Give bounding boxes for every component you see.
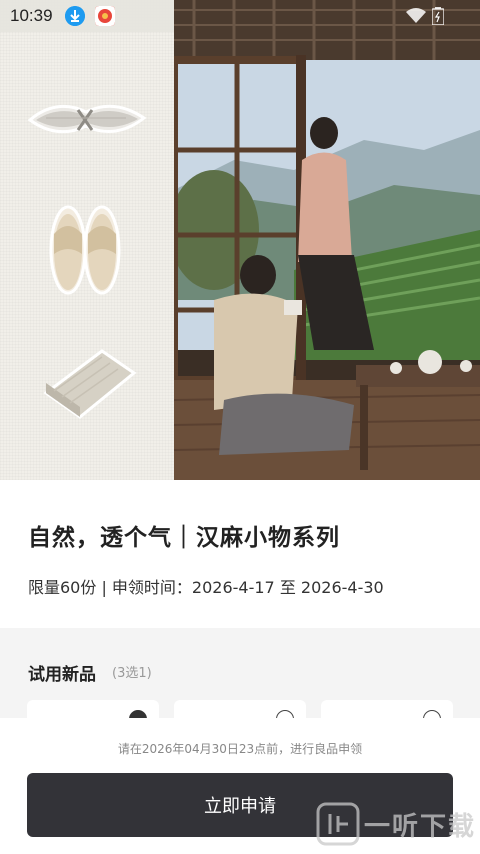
hero-banner [0, 0, 480, 480]
hero-products-panel [0, 0, 174, 480]
status-bar: 10:39 [0, 0, 480, 32]
watermark: 一听下载 [316, 800, 476, 850]
product-title: 自然，透个气｜汉麻小物系列 [28, 525, 340, 551]
towel-icon [43, 349, 137, 419]
hero-photo [174, 0, 480, 480]
slippers-icon [49, 205, 121, 295]
tea-room-photo [174, 0, 480, 480]
wifi-icon [406, 8, 426, 23]
trial-section-title: 试用新品 [28, 665, 96, 685]
status-time: 10:39 [10, 6, 53, 25]
deadline-notice: 请在2026年04月30日23点前，进行良品申领 [117, 742, 363, 756]
product-meta: 限量60份 | 申领时间：2026-4-17 至 2026-4-30 [28, 578, 384, 597]
battery-icon [432, 7, 444, 25]
watermark-logo-icon [316, 802, 360, 846]
scarf-icon [27, 104, 147, 134]
trial-section-subtitle: (3选1) [112, 666, 152, 681]
app-notification-icon [95, 6, 115, 26]
watermark-text: 一听下载 [364, 812, 477, 842]
download-icon [65, 6, 85, 26]
